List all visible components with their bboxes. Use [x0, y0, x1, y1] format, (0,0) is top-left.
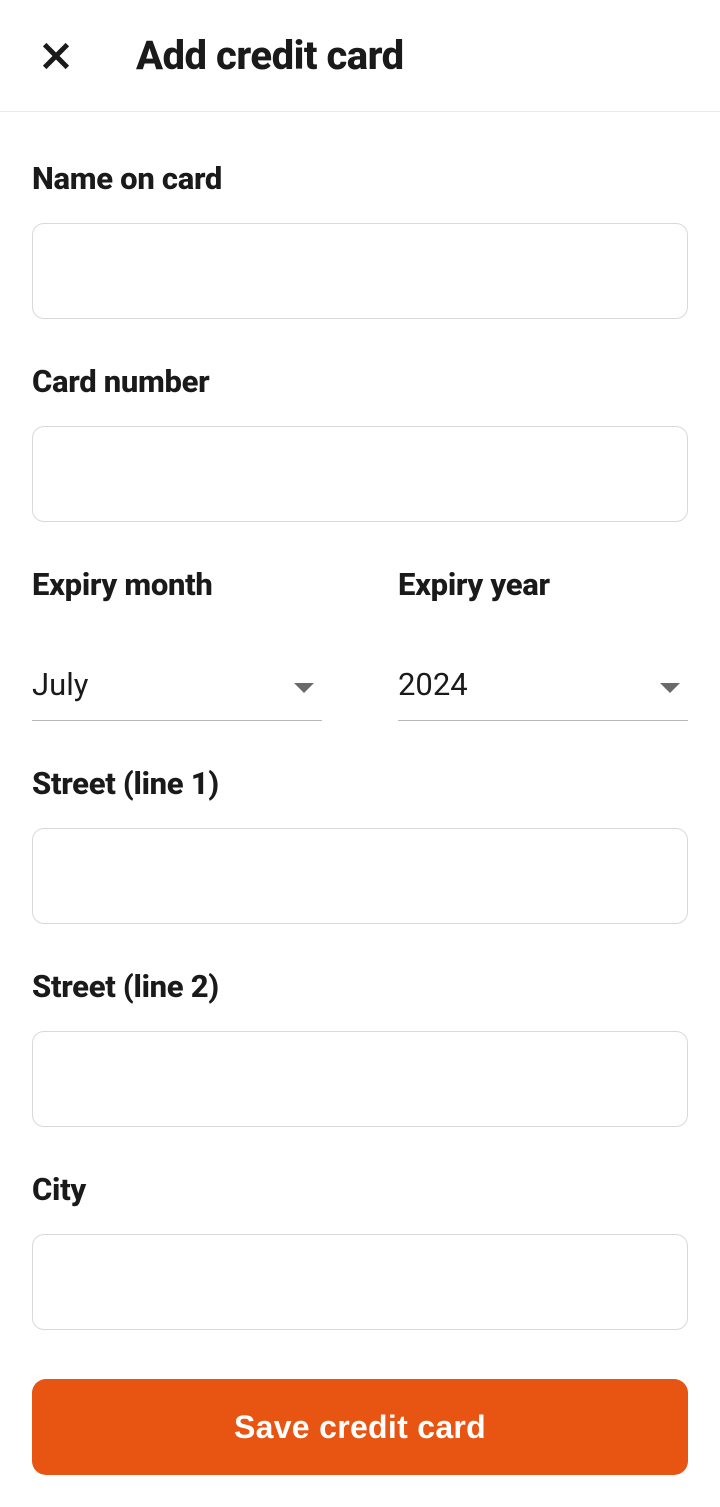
name-on-card-input[interactable] [32, 223, 688, 319]
header: Add credit card [0, 0, 720, 112]
expiry-year-label: Expiry year [398, 566, 688, 603]
street2-label: Street (line 2) [32, 968, 688, 1005]
chevron-down-icon [660, 683, 680, 693]
footer: Save credit card [0, 1379, 720, 1507]
name-on-card-label: Name on card [32, 160, 688, 197]
street1-input[interactable] [32, 828, 688, 924]
expiry-month-select[interactable]: July [32, 657, 322, 721]
street1-field: Street (line 1) [32, 765, 688, 924]
expiry-year-field: Expiry year 2024 [398, 566, 688, 721]
expiry-row: Expiry month July Expiry year 2024 [32, 566, 688, 721]
chevron-down-icon [294, 683, 314, 693]
street1-label: Street (line 1) [32, 765, 688, 802]
page-title: Add credit card [136, 32, 404, 79]
name-on-card-field: Name on card [32, 160, 688, 319]
save-credit-card-button[interactable]: Save credit card [32, 1379, 688, 1475]
expiry-year-value: 2024 [398, 657, 688, 721]
close-icon [39, 39, 73, 73]
card-number-field: Card number [32, 363, 688, 522]
credit-card-form: Name on card Card number Expiry month Ju… [0, 112, 720, 1507]
expiry-month-value: July [32, 657, 322, 721]
card-number-label: Card number [32, 363, 688, 400]
city-field: City [32, 1171, 688, 1330]
expiry-month-label: Expiry month [32, 566, 322, 603]
close-button[interactable] [32, 32, 80, 80]
expiry-month-field: Expiry month July [32, 566, 322, 721]
street2-field: Street (line 2) [32, 968, 688, 1127]
card-number-input[interactable] [32, 426, 688, 522]
expiry-year-select[interactable]: 2024 [398, 657, 688, 721]
city-input[interactable] [32, 1234, 688, 1330]
city-label: City [32, 1171, 688, 1208]
street2-input[interactable] [32, 1031, 688, 1127]
